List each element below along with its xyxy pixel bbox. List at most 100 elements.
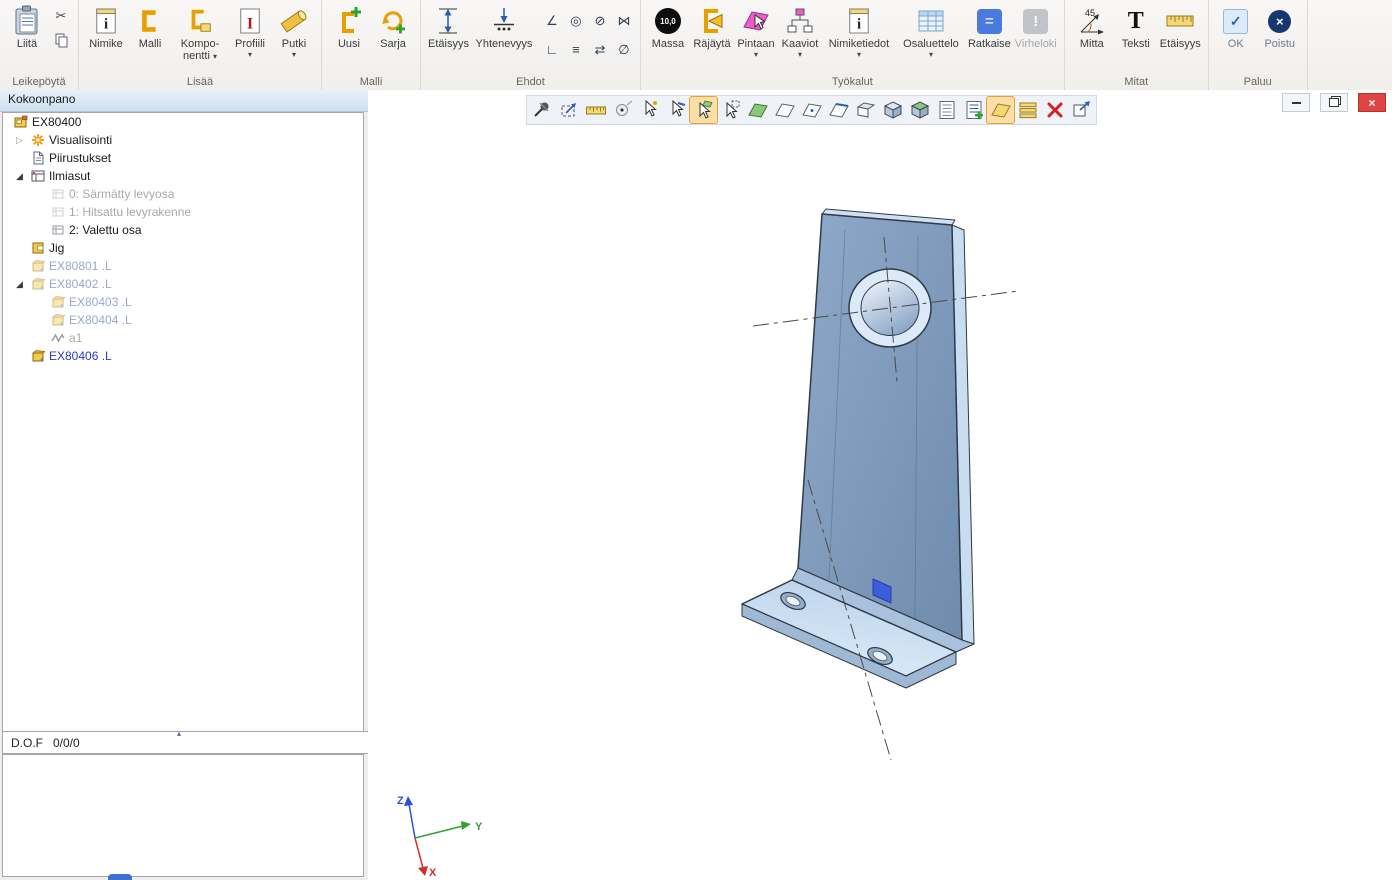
nimike-button[interactable]: i Nimike (84, 3, 128, 51)
constraint-exchange-button[interactable]: ⇄ (589, 36, 611, 63)
x-axis-label: X (429, 867, 437, 879)
profiili-button[interactable]: I Profiili ▾ (228, 3, 272, 60)
section-rows-button[interactable] (1014, 97, 1041, 123)
constraint-angle-button[interactable]: ∠ (541, 7, 563, 34)
check-glyph: ✓ (1230, 13, 1242, 30)
coincidence-button[interactable]: Yhtenevyys (471, 3, 537, 51)
komponentti-label-text: nentti (183, 50, 210, 62)
pick-edge-button[interactable] (663, 97, 690, 123)
tree-item-label: Piirustukset (49, 151, 111, 165)
solid-cube-button[interactable] (879, 97, 906, 123)
tree-item-ilmiasut[interactable]: ◢ Ilmiasut (3, 167, 363, 185)
axis-triad: Z Y X (397, 795, 483, 879)
tree-item-ex80403[interactable]: EX80403 .L (3, 293, 363, 311)
tree-item-ex80406[interactable]: EX80406 .L (3, 347, 363, 365)
expander-icon[interactable]: ◢ (16, 279, 31, 290)
poistu-button[interactable]: × Poistu (1258, 3, 1302, 51)
open-box-button[interactable] (852, 97, 879, 123)
teksti-button[interactable]: T Teksti (1114, 3, 1158, 51)
delete-button[interactable] (1041, 97, 1068, 123)
minimize-button[interactable] (1282, 93, 1310, 112)
ribbon-group-insert: i Nimike Malli Kompo- nentti (79, 0, 322, 90)
nimiketiedot-button[interactable]: i Nimiketiedot ▾ (822, 3, 896, 60)
putki-button[interactable]: Putki ▾ (272, 3, 316, 60)
select-face-point-button[interactable] (798, 97, 825, 123)
part-icon (51, 295, 65, 309)
select-face-green-button[interactable] (744, 97, 771, 123)
splitter-handle-icon[interactable]: ▴ (177, 729, 181, 738)
tree-item-ex80404[interactable]: EX80404 .L (3, 311, 363, 329)
mass-value: 10,0 (660, 17, 676, 26)
profiili-label: Profiili (235, 38, 265, 50)
constraint-tangent-button[interactable]: ⊘ (589, 7, 611, 34)
tree-item-config-2[interactable]: 2: Valettu osa (3, 221, 363, 239)
ratkaise-button[interactable]: = Ratkaise (966, 3, 1013, 51)
rajayta-button[interactable]: Räjäytä (690, 3, 734, 51)
pick-body-button[interactable] (717, 97, 744, 123)
ok-button[interactable]: ✓ OK (1214, 3, 1258, 51)
dropdown-icon: ▾ (248, 50, 252, 59)
massa-button[interactable]: 10,0 Massa (646, 3, 690, 51)
add-list-button[interactable] (960, 97, 987, 123)
tree-item-a1[interactable]: a1 (3, 329, 363, 347)
select-face-edge-button[interactable] (825, 97, 852, 123)
group-label-model: Malli (322, 76, 420, 88)
pick-point-button[interactable] (636, 97, 663, 123)
paste-button[interactable]: Liitä (5, 3, 49, 51)
cube-face-green-button[interactable] (906, 97, 933, 123)
cube-green-icon (909, 99, 931, 121)
tree-item-ex80400[interactable]: EX80400 (3, 113, 363, 131)
export-view-button[interactable] (1068, 97, 1095, 123)
parts-list-icon (917, 4, 945, 38)
tree-item-ex80801[interactable]: EX80801 .L (3, 257, 363, 275)
pick-face-button[interactable] (690, 97, 717, 123)
hatch-icon (51, 331, 65, 345)
tree-item-config-0[interactable]: 0: Särmätty levyosa (3, 185, 363, 203)
tree-item-config-1[interactable]: 1: Hitsattu levyrakenne (3, 203, 363, 221)
constraint-antitangent-button[interactable]: ∅ (613, 36, 635, 63)
bracket-model[interactable] (742, 209, 974, 688)
sarja-button[interactable]: Sarja (371, 3, 415, 51)
list-icon (936, 99, 958, 121)
dropdown-icon: ▾ (292, 50, 296, 59)
distance-constraint-button[interactable]: Etäisyys (426, 3, 471, 51)
drawings-icon (31, 151, 45, 165)
malli-button[interactable]: Malli (128, 3, 172, 51)
y-axis-arrow (461, 821, 471, 830)
constraint-parallel-button[interactable]: ≡ (565, 36, 587, 63)
constraint-perpendicular-button[interactable]: ∟ (541, 36, 563, 63)
pintaan-button[interactable]: Pintaan ▾ (734, 3, 778, 60)
mitta-button[interactable]: 45 Mitta (1070, 3, 1114, 51)
copy-button[interactable] (51, 30, 71, 50)
frame-select-button[interactable] (555, 97, 582, 123)
kaaviot-button[interactable]: Kaaviot ▾ (778, 3, 822, 60)
ok-label: OK (1228, 38, 1244, 50)
expander-icon[interactable]: ◢ (16, 171, 31, 182)
feature-list-button[interactable] (933, 97, 960, 123)
snap-point-button[interactable] (609, 97, 636, 123)
tree-item-piirustukset[interactable]: Piirustukset (3, 149, 363, 167)
expander-icon[interactable]: ▷ (16, 135, 31, 146)
mitat-etaisyys-button[interactable]: Etäisyys (1158, 3, 1203, 51)
tree-item-label: EX80406 .L (49, 349, 112, 363)
maximize-button[interactable] (1320, 93, 1348, 112)
work-plane-button[interactable] (987, 97, 1014, 123)
uusi-button[interactable]: Uusi (327, 3, 371, 51)
parallel-constraint-icon: ≡ (572, 42, 580, 57)
select-face-button[interactable] (771, 97, 798, 123)
pin-button[interactable] (528, 97, 555, 123)
model-canvas[interactable]: Z Y X (368, 90, 1392, 880)
tree-item-ex80402[interactable]: ◢ EX80402 .L (3, 275, 363, 293)
osaluettelo-button[interactable]: Osaluettelo ▾ (896, 3, 966, 60)
constraint-concentric-button[interactable]: ◎ (565, 7, 587, 34)
dof-value: 0/0/0 (53, 736, 80, 750)
constraint-symmetric-button[interactable]: ⋈ (613, 7, 635, 34)
cut-button[interactable]: ✂ (51, 6, 71, 26)
tree-item-jig[interactable]: Jig (3, 239, 363, 257)
model-viewport[interactable]: Z Y X (368, 90, 1392, 880)
measure-button[interactable] (582, 97, 609, 123)
tree-item-visualisointi[interactable]: ▷ Visualisointi (3, 131, 363, 149)
close-button[interactable]: × (1358, 93, 1386, 112)
virheloki-button[interactable]: ! Virheloki (1013, 3, 1059, 51)
komponentti-button[interactable]: Kompo- nentti ▾ (172, 3, 228, 63)
